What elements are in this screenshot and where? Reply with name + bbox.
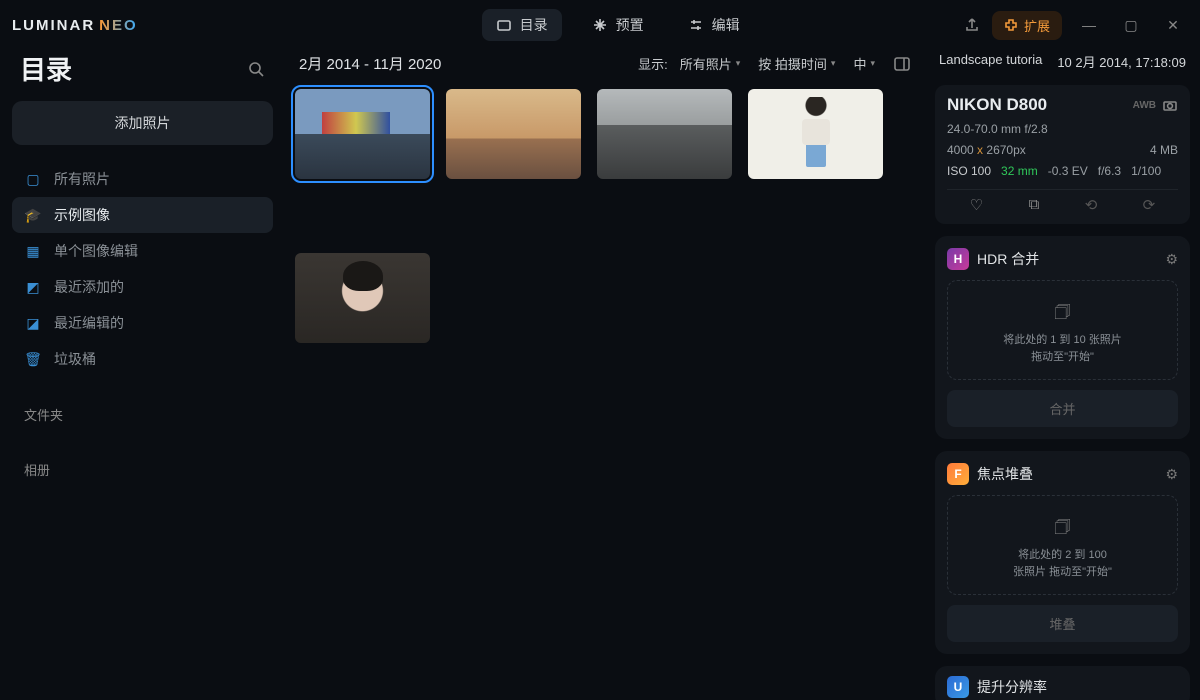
date-range: 2月 2014 - 11月 2020: [299, 53, 441, 74]
albums-section-label[interactable]: 相册: [12, 432, 273, 487]
images-icon: 🗇: [958, 299, 1167, 326]
grid-icon: ▦: [24, 242, 42, 260]
show-filter-dropdown[interactable]: 所有照片▾: [674, 52, 747, 75]
hdr-merge-panel: H HDR 合并 ⚙ 🗇 将此处的 1 到 10 张照片 拖动至"开始" 合并: [935, 236, 1190, 439]
sparkle-icon: [592, 17, 608, 33]
focus-stack-button[interactable]: 堆叠: [947, 605, 1178, 642]
info-datetime: 10 2月 2014, 17:18:09: [1057, 52, 1186, 71]
thumbnail-size-dropdown[interactable]: 中▾: [847, 52, 881, 75]
gear-icon[interactable]: ⚙: [1165, 251, 1178, 268]
hdr-badge-icon: H: [947, 248, 969, 270]
focus-stack-panel: F 焦点堆叠 ⚙ 🗇 将此处的 2 到 100 张照片 拖动至"开始" 堆叠: [935, 451, 1190, 654]
trash-icon: 🗑: [24, 350, 42, 368]
sidebar-item-label: 最近添加的: [54, 277, 124, 297]
sidebar-item-label: 单个图像编辑: [54, 241, 138, 261]
window-minimize[interactable]: ―: [1074, 17, 1104, 33]
chevron-down-icon: ▾: [870, 58, 875, 69]
sidebar-item-label: 所有照片: [54, 169, 110, 189]
upscale-badge-icon: U: [947, 676, 969, 698]
thumbnail-grid: [293, 89, 917, 343]
tab-edit[interactable]: 编辑: [674, 9, 754, 41]
thumbnail[interactable]: [295, 253, 430, 343]
white-balance: AWB: [1133, 100, 1156, 111]
gear-icon[interactable]: ⚙: [1165, 466, 1178, 483]
focus-badge-icon: F: [947, 463, 969, 485]
exposure-row: ISO 100 32 mm -0.3 EV f/6.3 1/100: [947, 164, 1178, 178]
camera-model: NIKON D800: [947, 95, 1047, 115]
rotate-left-icon[interactable]: ⟲: [1085, 196, 1098, 214]
sort-dropdown[interactable]: 按 拍摄时间▾: [752, 52, 841, 75]
sliders-icon: [688, 17, 704, 33]
photos-icon: ▢: [24, 170, 42, 188]
sidebar-title: 目录: [20, 50, 72, 87]
sidebar-item-all-photos[interactable]: ▢ 所有照片: [12, 161, 273, 197]
tab-catalog[interactable]: 目录: [482, 9, 562, 41]
window-close[interactable]: ✕: [1158, 17, 1188, 34]
add-photos-button[interactable]: 添加照片: [12, 101, 273, 145]
favorite-icon[interactable]: ♡: [970, 196, 983, 214]
file-size: 4 MB: [1150, 143, 1178, 157]
sidebar-item-sample-images[interactable]: 🎓 示例图像: [12, 197, 273, 233]
sidebar-item-label: 最近编辑的: [54, 313, 124, 333]
upscale-panel: U 提升分辨率: [935, 666, 1190, 700]
tab-presets[interactable]: 预置: [578, 9, 658, 41]
extensions-button[interactable]: 扩展: [992, 11, 1062, 40]
recent-added-icon: ◩: [24, 278, 42, 296]
ext-title: HDR 合并: [977, 249, 1039, 269]
app-logo: LUMINAR NEO: [12, 17, 138, 34]
camera-icon: [1162, 97, 1178, 113]
recent-edited-icon: ◪: [24, 314, 42, 332]
sidebar-item-label: 示例图像: [54, 205, 110, 225]
thumbnail[interactable]: [446, 89, 581, 179]
window-maximize[interactable]: ▢: [1116, 17, 1146, 34]
info-filename: Landscape tutoria: [939, 52, 1042, 71]
rotate-right-icon[interactable]: ⟳: [1143, 196, 1156, 214]
folder-icon: [496, 17, 512, 33]
ext-title: 提升分辨率: [977, 677, 1047, 697]
images-icon: 🗇: [958, 514, 1167, 541]
graduation-icon: 🎓: [24, 206, 42, 224]
copy-icon[interactable]: ⧉: [1029, 196, 1040, 214]
folders-section-label[interactable]: 文件夹: [12, 377, 273, 432]
focus-drop-zone[interactable]: 🗇 将此处的 2 到 100 张照片 拖动至"开始": [947, 495, 1178, 595]
lens-info: 24.0-70.0 mm f/2.8: [947, 122, 1178, 136]
metadata-card: NIKON D800 AWB 24.0-70.0 mm f/2.8 4000 x…: [935, 85, 1190, 224]
thumbnail[interactable]: [295, 89, 430, 179]
hdr-merge-button[interactable]: 合并: [947, 390, 1178, 427]
search-icon[interactable]: [247, 60, 265, 78]
hdr-drop-zone[interactable]: 🗇 将此处的 1 到 10 张照片 拖动至"开始": [947, 280, 1178, 380]
info-panel-toggle-icon[interactable]: [893, 55, 911, 73]
sidebar-item-label: 垃圾桶: [54, 349, 96, 369]
show-label: 显示:: [638, 54, 668, 73]
thumbnail[interactable]: [597, 89, 732, 179]
share-icon[interactable]: [964, 17, 980, 33]
sidebar-item-recently-added[interactable]: ◩ 最近添加的: [12, 269, 273, 305]
puzzle-icon: [1004, 18, 1018, 32]
chevron-down-icon: ▾: [736, 58, 741, 69]
ext-title: 焦点堆叠: [977, 464, 1033, 484]
thumbnail[interactable]: [748, 89, 883, 179]
chevron-down-icon: ▾: [831, 58, 836, 69]
sidebar-item-single-edits[interactable]: ▦ 单个图像编辑: [12, 233, 273, 269]
sidebar-item-recently-edited[interactable]: ◪ 最近编辑的: [12, 305, 273, 341]
sidebar-item-trash[interactable]: 🗑 垃圾桶: [12, 341, 273, 377]
